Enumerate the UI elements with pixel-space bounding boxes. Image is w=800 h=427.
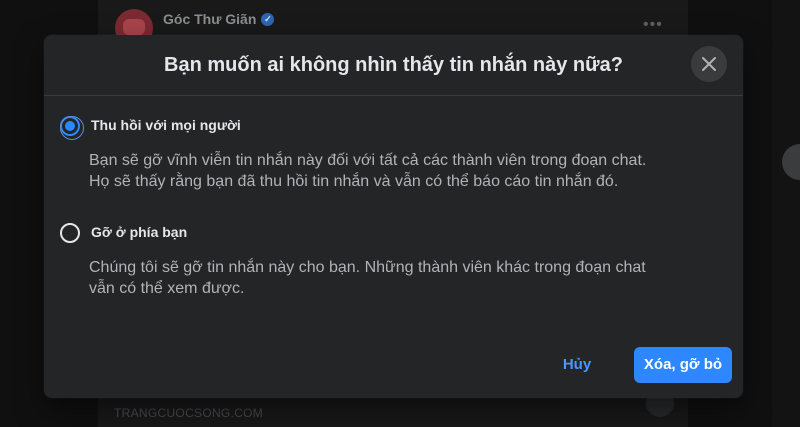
option-description: Chúng tôi sẽ gỡ tin nhắn này cho bạn. Nh… — [89, 257, 709, 299]
option-label: Thu hồi với mọi người — [91, 117, 241, 133]
option-remove-for-you[interactable]: Gỡ ở phía bạn — [60, 223, 260, 245]
verified-badge-icon: ✓ — [261, 12, 275, 26]
dialog-header: Bạn muốn ai không nhìn thấy tin nhắn này… — [44, 35, 743, 96]
option-description: Bạn sẽ gỡ vĩnh viễn tin nhắn này đối với… — [89, 150, 709, 192]
close-button[interactable] — [691, 46, 727, 82]
background-right-panel — [772, 0, 800, 427]
close-icon — [702, 57, 716, 71]
page-name-text: Góc Thư Giãn — [163, 11, 257, 27]
watermark: TRANGCUOCSONG.COM — [114, 406, 264, 420]
radio-remove-for-you[interactable] — [60, 223, 80, 243]
page-name: Góc Thư Giãn ✓ — [163, 11, 275, 27]
option-unsend-for-everyone[interactable]: Thu hồi với mọi người — [60, 116, 280, 140]
confirm-remove-button[interactable]: Xóa, gỡ bỏ — [634, 347, 732, 383]
option-description-line: Chúng tôi sẽ gỡ tin nhắn này cho bạn. Nh… — [89, 259, 646, 276]
dialog-title: Bạn muốn ai không nhìn thấy tin nhắn này… — [164, 54, 623, 76]
option-label: Gỡ ở phía bạn — [91, 224, 188, 240]
option-description-line: Bạn sẽ gỡ vĩnh viễn tin nhắn này đối với… — [89, 152, 647, 169]
unsend-message-dialog: Bạn muốn ai không nhìn thấy tin nhắn này… — [44, 35, 743, 398]
radio-focus-ring — [60, 116, 84, 140]
cancel-button[interactable]: Hủy — [549, 347, 605, 383]
option-description-line: vẫn có thể xem được. — [89, 280, 245, 297]
radio-unsend-for-everyone[interactable] — [60, 116, 84, 140]
ellipsis-icon: ••• — [643, 16, 663, 33]
option-description-line: Họ sẽ thấy rằng bạn đã thu hồi tin nhắn … — [89, 173, 619, 190]
